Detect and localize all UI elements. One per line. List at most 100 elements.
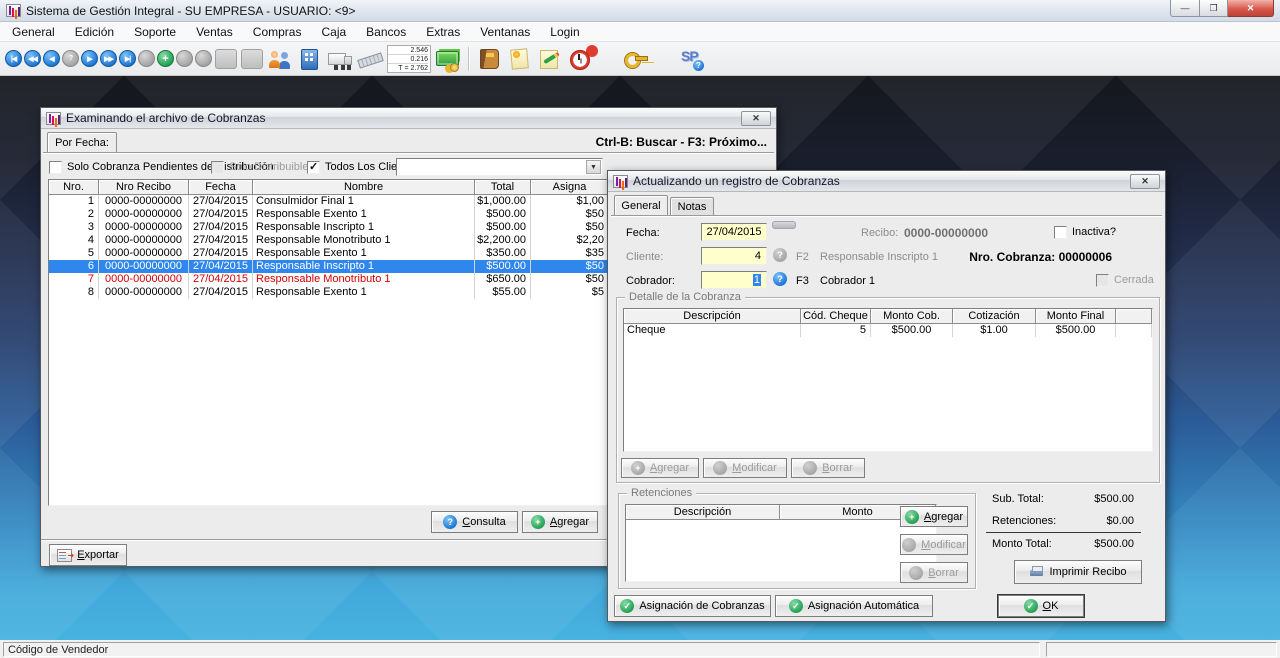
checkbox-icon[interactable] [49, 161, 62, 174]
sp-help-icon[interactable] [679, 46, 711, 72]
column-header[interactable]: Nombre [253, 180, 475, 195]
users-icon[interactable] [267, 46, 293, 72]
close-button[interactable]: ✕ [1228, 0, 1274, 17]
chevron-down-icon[interactable]: ▼ [586, 160, 601, 174]
app-icon [6, 4, 21, 17]
detalle-groupbox: Detalle de la Cobranza DescripciónCód. C… [616, 297, 1160, 483]
cobrador-input[interactable]: 1 [701, 271, 767, 289]
menu-extras[interactable]: Extras [416, 22, 470, 42]
column-header[interactable]: Descripción [626, 505, 780, 520]
key-icon[interactable] [623, 46, 649, 72]
column-header[interactable]: Nro. [49, 180, 99, 195]
edit-icon [713, 461, 727, 475]
tab-notas[interactable]: Notas [670, 197, 714, 217]
checkbox-icon[interactable] [307, 161, 320, 174]
menu-bancos[interactable]: Bancos [356, 22, 416, 42]
column-header[interactable]: Asigna [531, 180, 609, 195]
agregar-button[interactable]: + Agregar [522, 511, 598, 533]
cash-register-icon[interactable] [297, 46, 323, 72]
column-header[interactable]: Fecha [189, 180, 253, 195]
printer-icon [1029, 566, 1044, 578]
menu-soporte[interactable]: Soporte [124, 22, 186, 42]
menu-login[interactable]: Login [540, 22, 589, 42]
asignacion-automatica-button[interactable]: ✓ Asignación Automática [775, 595, 933, 617]
table-cell: $1.00 [953, 324, 1036, 337]
exportar-button[interactable]: Exportar [49, 544, 127, 566]
consulta-button[interactable]: ? Consulta [431, 511, 518, 533]
edit-close-icon[interactable]: ✕ [1130, 174, 1160, 189]
alarm-clock-icon[interactable] [567, 46, 593, 72]
menu-compras[interactable]: Compras [243, 22, 312, 42]
toolbar-nav-prev[interactable]: ◀ [43, 50, 60, 67]
browse-close-icon[interactable]: ✕ [741, 111, 771, 126]
table-cell: 0000-00000000 [99, 260, 189, 273]
column-header[interactable]: Monto Cob. [871, 309, 953, 324]
inactiva-checkbox[interactable]: Inactiva? [1054, 225, 1116, 239]
column-header[interactable]: Monto Final [1036, 309, 1116, 324]
toolbar-nav-help[interactable]: ? [62, 50, 79, 67]
cerrada-label: Cerrada [1114, 274, 1154, 286]
schedule-icon[interactable] [507, 46, 533, 72]
table-cell: 27/04/2015 [189, 286, 253, 299]
table-cell: Responsable Monotributo 1 [253, 234, 475, 247]
checkbox-icon [211, 161, 224, 174]
table-cell: Responsable Monotributo 1 [253, 273, 475, 286]
detalle-borrar-label: Borrar [822, 462, 853, 474]
table-row[interactable]: Cheque5$500.00$1.00$500.00 [624, 324, 1152, 337]
toolbar-nav-rewind[interactable]: ◀◀ [24, 50, 41, 67]
column-header[interactable]: Cotización [953, 309, 1036, 324]
menu-ventanas[interactable]: Ventanas [470, 22, 540, 42]
inactiva-label: Inactiva? [1072, 226, 1116, 238]
column-header[interactable]: Nro Recibo [99, 180, 189, 195]
toolbar-nav-forward[interactable]: ▶▶ [100, 50, 117, 67]
fecha-input[interactable]: 27/04/2015 [701, 223, 767, 241]
menu-ventas[interactable]: Ventas [186, 22, 243, 42]
date-picker-button[interactable] [772, 221, 796, 229]
ruler-icon[interactable] [357, 46, 383, 72]
column-header[interactable]: Descripción [624, 309, 801, 324]
menu-caja[interactable]: Caja [311, 22, 356, 42]
menu-general[interactable]: General [2, 22, 65, 42]
menu-edición[interactable]: Edición [65, 22, 124, 42]
minimize-button[interactable]: — [1170, 0, 1200, 17]
detalle-borrar-button: Borrar [791, 458, 865, 478]
table-cell: 0000-00000000 [99, 195, 189, 208]
toolbar-add-record[interactable]: + [157, 50, 174, 67]
cobrador-lookup-icon[interactable]: ? [773, 272, 787, 286]
edit-window-icon [613, 175, 628, 188]
toolbar-delete-record[interactable] [195, 50, 212, 67]
toolbar-nav-last[interactable]: ▶| [119, 50, 136, 67]
notes-icon[interactable] [537, 46, 563, 72]
clients-combobox[interactable]: ▼ [396, 158, 603, 176]
tab-divider [611, 216, 1162, 217]
detalle-table: DescripciónCód. ChequeMonto Cob.Cotizaci… [623, 308, 1153, 452]
ok-button[interactable]: ✓ OK [998, 595, 1084, 617]
truck-icon[interactable] [327, 46, 353, 72]
retenciones-agregar-button[interactable]: + Agregar [900, 506, 968, 527]
edit-window: Actualizando un registro de Cobranzas ✕ … [607, 170, 1166, 622]
recibo-value: 0000-00000000 [904, 226, 988, 240]
address-book-icon[interactable] [477, 46, 503, 72]
toolbar-edit-record[interactable] [176, 50, 193, 67]
toolbar-blank-button[interactable] [241, 49, 263, 69]
table-cell: 27/04/2015 [189, 221, 253, 234]
cliente-input[interactable]: 4 [701, 247, 767, 265]
toolbar-nav-next[interactable]: ▶ [81, 50, 98, 67]
table-cell: 0000-00000000 [99, 234, 189, 247]
column-header[interactable]: Total [475, 180, 531, 195]
cobrador-value: 1 [753, 274, 761, 286]
toolbar-nav-first[interactable]: |◀ [5, 50, 22, 67]
money-icon[interactable] [435, 46, 461, 72]
tab-por-fecha[interactable]: Por Fecha: [47, 132, 117, 154]
column-header[interactable]: Cód. Cheque [801, 309, 871, 324]
toolbar-undo[interactable] [138, 50, 155, 67]
asignacion-cobranzas-button[interactable]: ✓ Asignación de Cobranzas [614, 595, 771, 617]
checkbox-icon[interactable] [1054, 226, 1067, 239]
tab-general[interactable]: General [614, 195, 668, 217]
toolbar-blank-button[interactable] [215, 49, 237, 69]
column-header[interactable] [1116, 309, 1152, 324]
detalle-modificar-button: Modificar [703, 458, 787, 478]
status-message: Código de Vendedor [3, 642, 1040, 657]
imprimir-recibo-button[interactable]: Imprimir Recibo [1014, 560, 1142, 584]
maximize-button[interactable]: ❐ [1200, 0, 1228, 17]
